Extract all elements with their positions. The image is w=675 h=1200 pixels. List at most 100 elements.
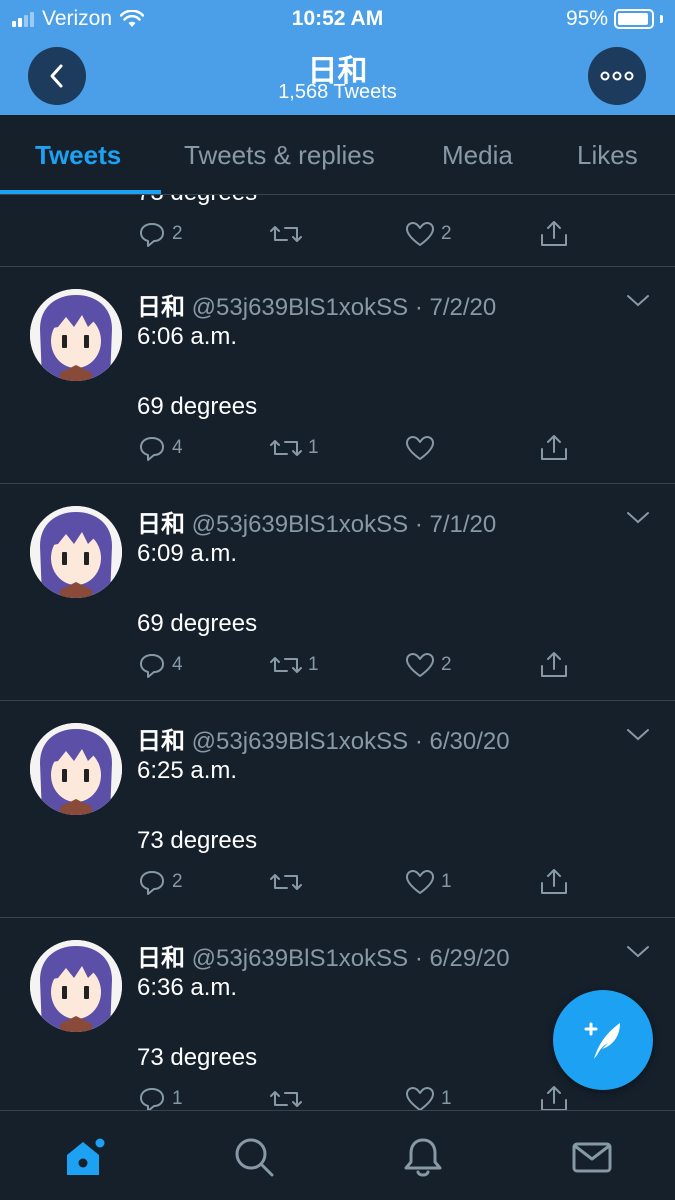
tweet-text-line1: 6:09 a.m. [137,540,238,567]
like-button[interactable] [405,434,441,462]
share-button[interactable] [539,434,569,462]
like-count: 1 [441,871,452,892]
retweet-count: 1 [308,654,319,675]
separator-dot: · [408,945,430,972]
share-icon [541,221,567,246]
tweet-feed[interactable]: 73 degrees 2 2 [0,195,675,1110]
heart-icon [406,1087,434,1110]
retweet-icon [270,874,302,890]
tweet-date: 7/2/20 [429,294,497,321]
tweet-text-line1: 6:06 a.m. [137,323,238,350]
avatar[interactable] [30,506,122,598]
retweet-button[interactable]: 1 [270,434,319,462]
reply-count: 4 [172,654,183,675]
retweet-count: 1 [308,437,319,458]
retweet-button[interactable] [270,1085,308,1110]
profile-tabs: Tweets Tweets & replies Media Likes [0,115,675,195]
reply-count: 4 [172,437,183,458]
retweet-icon [270,657,302,673]
heart-icon [406,870,434,894]
avatar[interactable] [30,289,122,381]
tweet-meta: 日和 @53j639BlS1xokSS · 7/1/20 [137,504,496,539]
reply-count: 2 [172,871,183,892]
tweet-count: 1,568 Tweets [278,81,397,103]
compose-feather-icon [584,1022,620,1059]
retweet-icon [270,1091,302,1107]
avatar[interactable] [30,723,122,815]
handle: @53j639BlS1xokSS [191,945,409,972]
tweet-meta: 日和 @53j639BlS1xokSS · 6/30/20 [137,721,510,756]
tab-tweets-and-replies[interactable]: Tweets & replies [184,140,375,171]
profile-header: Verizon 10:52 AM 95% 日和 1,568 Tweets [0,0,675,115]
display-name[interactable]: 日和 [137,728,185,755]
chevron-down-icon[interactable] [625,727,651,743]
separator-dot: · [408,728,430,755]
like-count: 2 [441,223,452,244]
compose-tweet-button[interactable] [553,990,653,1090]
tweet-text-line1: 6:25 a.m. [137,757,238,784]
more-dots-icon [600,71,634,81]
bottom-navigation [0,1110,675,1200]
retweet-button[interactable]: 1 [270,651,319,679]
tweet-meta: 日和 @53j639BlS1xokSS · 7/2/20 [137,287,496,322]
tweet-text-line2: 73 degrees [137,827,258,854]
tweet-item[interactable]: 日和 @53j639BlS1xokSS · 7/1/20 6:09 a.m. 6… [0,484,675,701]
tweet-item[interactable]: 日和 @53j639BlS1xokSS · 6/30/20 6:25 a.m. … [0,701,675,918]
reply-button[interactable]: 2 [138,220,183,248]
retweet-icon [270,226,302,242]
reply-button[interactable]: 4 [138,651,183,679]
share-button[interactable] [539,1085,569,1110]
tweet-partial[interactable]: 73 degrees 2 2 [0,195,675,267]
tweet-item[interactable]: 日和 @53j639BlS1xokSS · 7/2/20 6:06 a.m. 6… [0,267,675,484]
anime-avatar-image [30,723,122,815]
share-icon [541,869,567,894]
share-button[interactable] [539,220,569,248]
status-bar: Verizon 10:52 AM 95% [0,0,675,38]
tweet-text: 73 degrees [137,195,257,207]
chevron-down-icon[interactable] [625,944,651,960]
like-button[interactable]: 2 [405,220,452,248]
like-button[interactable]: 1 [405,868,452,896]
reply-icon [140,437,164,461]
retweet-button[interactable] [270,868,308,896]
reply-button[interactable]: 1 [138,1085,183,1110]
reply-button[interactable]: 2 [138,868,183,896]
avatar[interactable] [30,940,122,1032]
reply-icon [140,654,164,678]
tab-media[interactable]: Media [442,140,513,171]
display-name[interactable]: 日和 [137,945,185,972]
share-icon [541,1086,567,1110]
tweet-date: 7/1/20 [429,511,497,538]
reply-icon [140,223,164,247]
share-icon [541,435,567,460]
heart-icon [406,436,434,460]
tweet-text-line2: 69 degrees [137,610,258,637]
heart-icon [406,653,434,677]
reply-icon [140,1088,164,1110]
battery-fill [618,13,649,25]
tweet-text-line2: 69 degrees [137,393,258,420]
handle: @53j639BlS1xokSS [191,294,409,321]
tab-tweets[interactable]: Tweets [35,140,121,171]
like-button[interactable]: 1 [405,1085,452,1110]
share-icon [541,652,567,677]
search-icon[interactable] [232,1135,276,1179]
home-icon[interactable] [63,1135,107,1179]
share-button[interactable] [539,868,569,896]
bell-icon[interactable] [401,1135,445,1179]
active-tab-indicator [0,190,161,194]
tweet-meta: 日和 @53j639BlS1xokSS · 6/29/20 [137,938,510,973]
share-button[interactable] [539,651,569,679]
display-name[interactable]: 日和 [137,294,185,321]
chevron-down-icon[interactable] [625,293,651,309]
display-name[interactable]: 日和 [137,511,185,538]
more-button[interactable] [588,47,646,105]
like-button[interactable]: 2 [405,651,452,679]
like-count: 1 [441,1088,452,1109]
mail-icon[interactable] [570,1135,614,1179]
reply-button[interactable]: 4 [138,434,183,462]
retweet-button[interactable] [270,220,308,248]
tweet-date: 6/29/20 [429,945,510,972]
chevron-down-icon[interactable] [625,510,651,526]
tab-likes[interactable]: Likes [577,140,638,171]
